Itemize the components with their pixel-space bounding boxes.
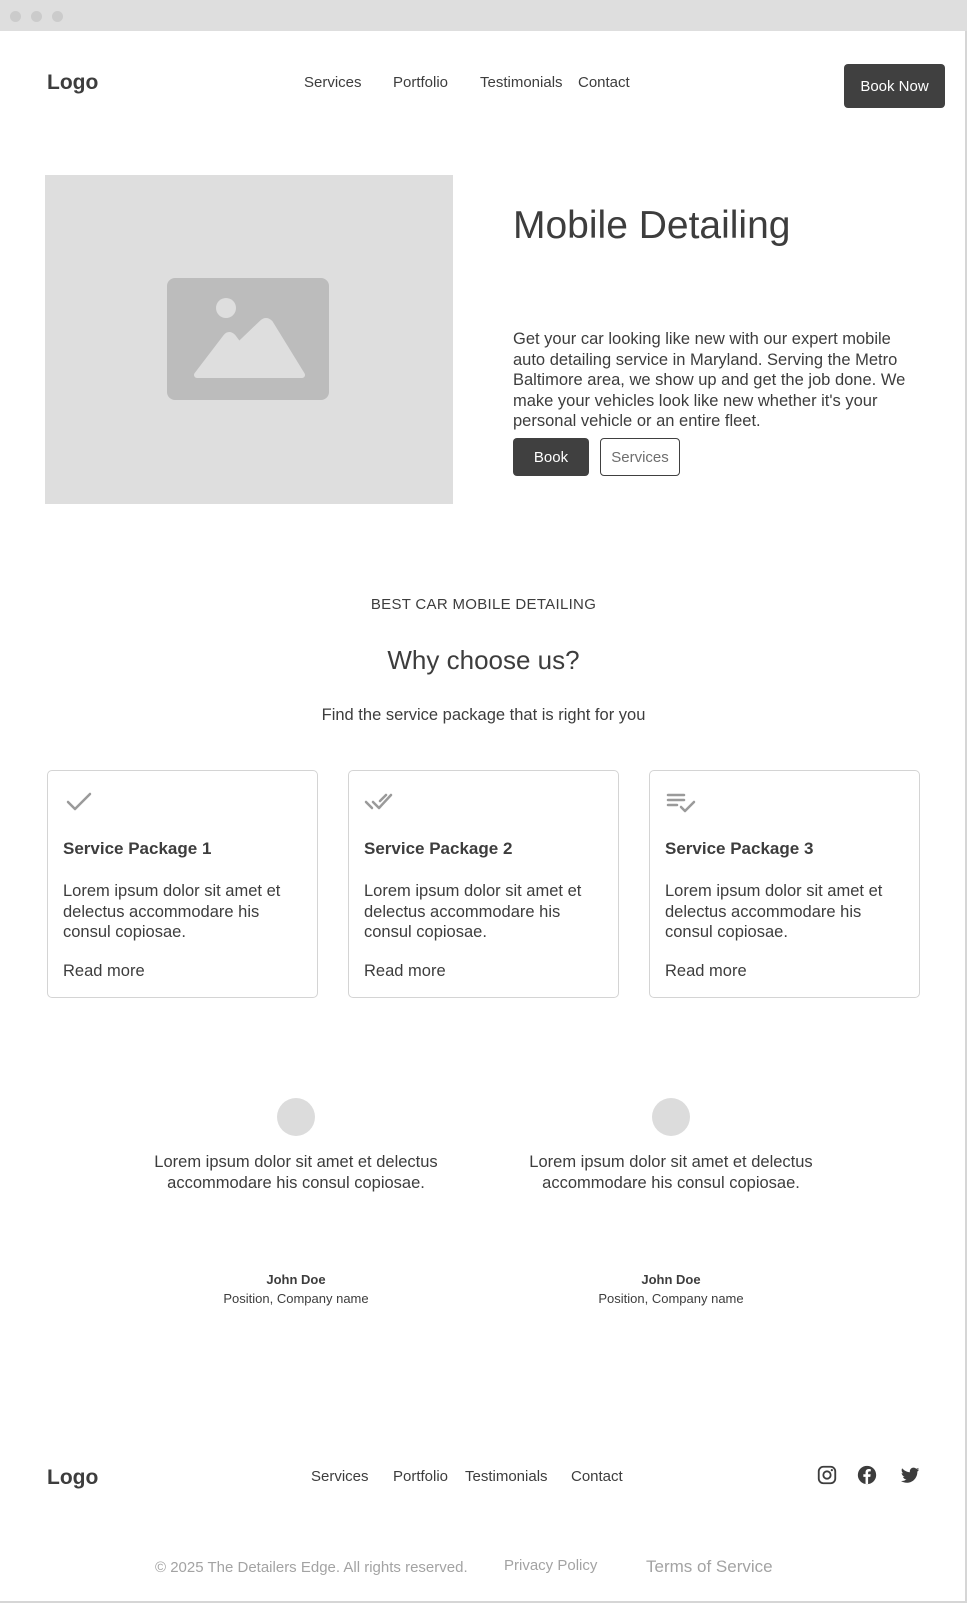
section-title: Why choose us? [387,645,580,675]
window-minimize-dot[interactable] [31,11,42,22]
service-card-text: Lorem ipsum dolor sit amet et delectus a… [63,882,281,941]
twitter-icon[interactable] [899,1464,921,1486]
service-card: Service Package 3 Lorem ipsum dolor sit … [649,770,920,998]
testimonial-position: Position, Company name [598,1291,744,1306]
window-maximize-dot[interactable] [52,11,63,22]
read-more-link[interactable]: Read more [63,962,145,981]
services-button[interactable]: Services [600,438,680,476]
book-button[interactable]: Book [513,438,589,476]
service-card-text: Lorem ipsum dolor sit amet et delectus a… [665,882,883,941]
checklist-icon [666,793,696,813]
terms-of-service-link[interactable]: Terms of Service [646,1557,773,1577]
section-eyebrow: BEST CAR MOBILE DETAILING [370,596,597,613]
image-placeholder-icon [167,278,329,400]
check-icon [66,792,92,811]
section-subtitle: Find the service package that is right f… [321,706,646,724]
testimonial-name: John Doe [266,1272,326,1287]
avatar [277,1098,315,1136]
book-now-button[interactable]: Book Now [844,64,945,108]
hero-description: Get your car looking like new with our e… [513,330,906,430]
service-card: Service Package 2 Lorem ipsum dolor sit … [348,770,619,998]
service-card: Service Package 1 Lorem ipsum dolor sit … [47,770,318,998]
header-logo[interactable]: Logo [47,71,98,95]
hero-title: Mobile Detailing [513,204,791,247]
footer-nav-services[interactable]: Services [311,1468,369,1485]
nav-services[interactable]: Services [304,74,362,91]
footer-nav-contact[interactable]: Contact [571,1468,623,1485]
nav-testimonials[interactable]: Testimonials [480,74,563,91]
instagram-icon[interactable] [816,1464,838,1486]
hero-image-placeholder [45,175,453,504]
privacy-policy-link[interactable]: Privacy Policy [504,1557,597,1574]
window-close-dot[interactable] [10,11,21,22]
testimonial-quote: Lorem ipsum dolor sit amet et delectus a… [529,1153,813,1192]
footer-nav-portfolio[interactable]: Portfolio [393,1468,448,1485]
avatar [652,1098,690,1136]
testimonial-quote: Lorem ipsum dolor sit amet et delectus a… [154,1153,438,1192]
service-card-title: Service Package 1 [63,839,212,858]
nav-portfolio[interactable]: Portfolio [393,74,448,91]
testimonial-position: Position, Company name [223,1291,369,1306]
copyright-text: © 2025 The Detailers Edge. All rights re… [155,1559,468,1576]
footer-logo[interactable]: Logo [47,1466,98,1490]
nav-contact[interactable]: Contact [578,74,630,91]
footer-nav-testimonials[interactable]: Testimonials [465,1468,548,1485]
service-card-title: Service Package 3 [665,839,814,858]
window-titlebar [0,0,967,31]
browser-window: Logo Services Portfolio Testimonials Con… [0,0,967,1603]
service-card-title: Service Package 2 [364,839,513,858]
facebook-icon[interactable] [856,1464,878,1486]
read-more-link[interactable]: Read more [364,962,446,981]
service-card-text: Lorem ipsum dolor sit amet et delectus a… [364,882,582,941]
testimonial-name: John Doe [641,1272,701,1287]
double-check-icon [364,793,393,810]
read-more-link[interactable]: Read more [665,962,747,981]
